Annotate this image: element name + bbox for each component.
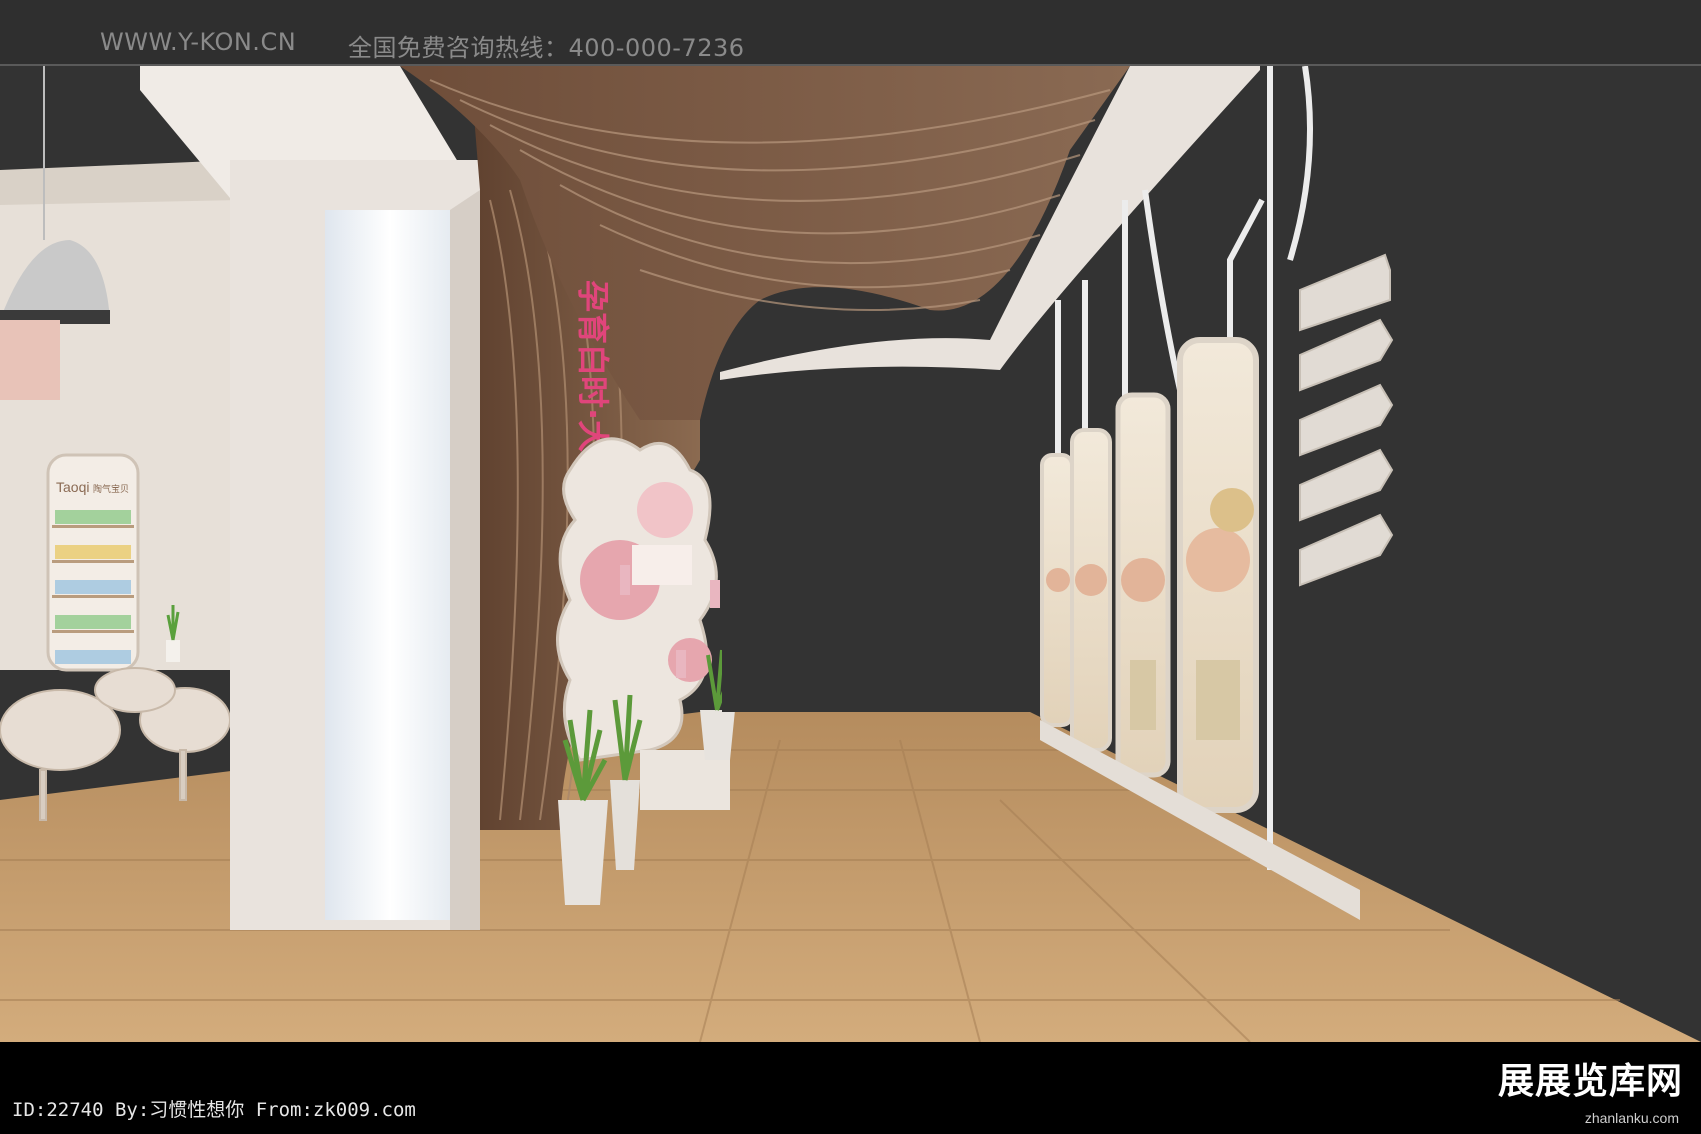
render-frame: WWW.Y-KON.CN 全国免费咨询热线：400-000-7236 Taoqi… [0, 0, 1701, 1134]
back-opening [722, 380, 1032, 712]
top-watermark-bar: WWW.Y-KON.CN 全国免费咨询热线：400-000-7236 [0, 0, 1701, 66]
watermark-url: zhanlanku.com [1584, 1110, 1679, 1126]
bottom-info-bar: ID:22740 By:习惯性想你 From:zk009.com 展展览库网 z… [0, 1042, 1701, 1134]
store-brand-cn: 陶气宝贝 [93, 483, 129, 495]
left-wall-poster [0, 320, 60, 400]
watermark-logo: 展展览库网 [1497, 1060, 1683, 1102]
image-credit: ID:22740 By:习惯性想你 From:zk009.com [12, 1099, 416, 1121]
hotline-text: 全国免费咨询热线：400-000-7236 [348, 34, 745, 62]
store-brand: Taoqi [56, 479, 89, 495]
light-box [325, 210, 455, 920]
site-url-text: WWW.Y-KON.CN [100, 28, 297, 56]
booth-render: Taoqi 陶气宝贝 孕育白时·大方之道 [0, 66, 1701, 1042]
